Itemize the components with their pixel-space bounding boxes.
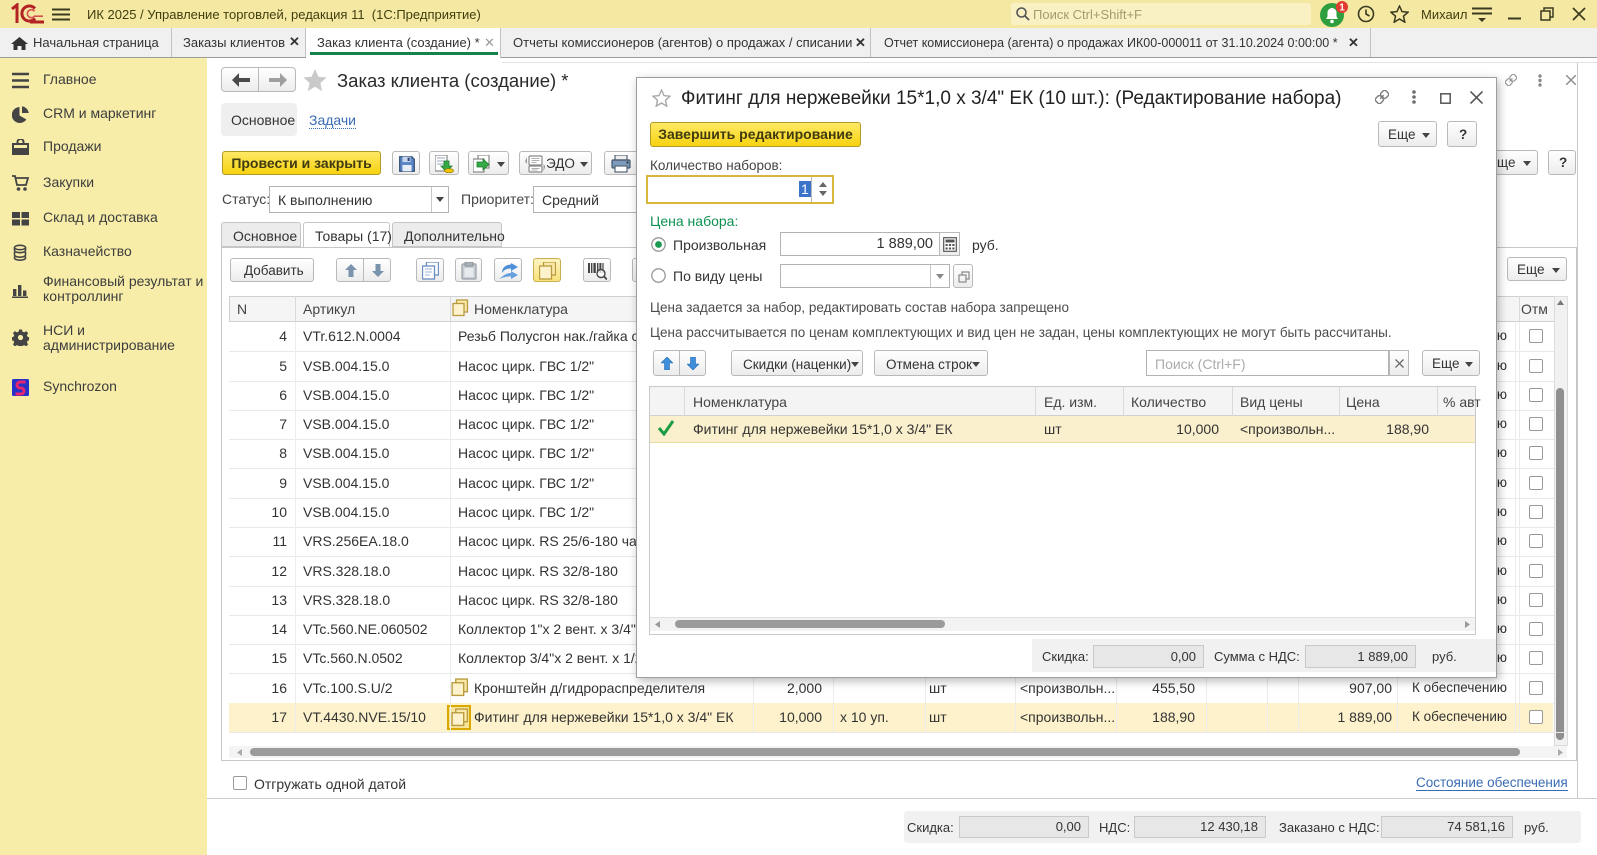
svg-text:1: 1	[1339, 3, 1345, 14]
